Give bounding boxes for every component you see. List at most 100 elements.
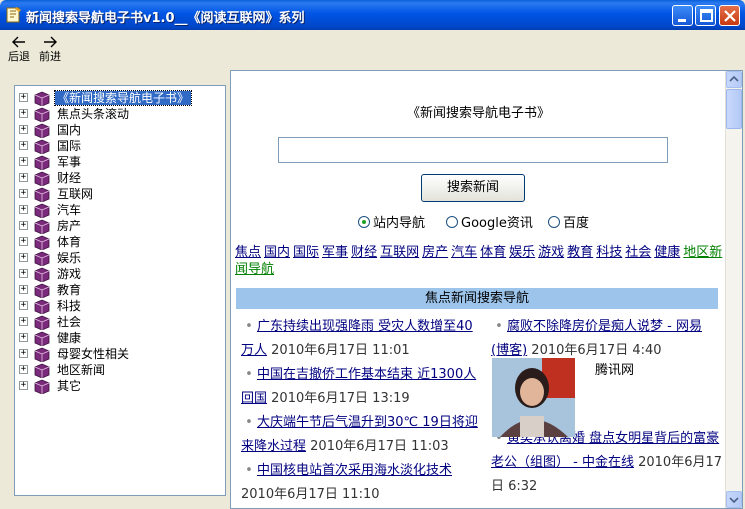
expand-icon[interactable]: +: [19, 301, 28, 310]
expand-icon[interactable]: +: [19, 317, 28, 326]
book-icon: [34, 219, 50, 234]
category-link[interactable]: 军事: [322, 245, 348, 260]
category-link[interactable]: 财经: [351, 245, 377, 260]
category-link[interactable]: 房产: [422, 245, 448, 260]
category-link[interactable]: 体育: [480, 245, 506, 260]
radio-google-news[interactable]: Google资讯: [446, 212, 533, 231]
book-icon: [34, 347, 50, 362]
tree-item-label: 健康: [57, 331, 82, 345]
back-button[interactable]: 后退: [5, 34, 33, 68]
tree-item[interactable]: + 国内: [19, 122, 219, 138]
tree-item[interactable]: + 社会: [19, 314, 219, 330]
radio-label: 站内导航: [373, 216, 426, 231]
back-label: 后退: [8, 50, 30, 63]
radio-site-nav[interactable]: 站内导航: [358, 212, 426, 231]
close-button[interactable]: [719, 5, 740, 26]
page-title: 《新闻搜索导航电子书》: [406, 106, 550, 121]
expand-icon[interactable]: +: [19, 237, 28, 246]
category-tree[interactable]: + 《新闻搜索导航电子书》 + 焦点头条滚动 + 国内 + 国际 + 军事 + 财经 + 互联网 + 汽车 + 房…: [14, 85, 226, 496]
content-pane[interactable]: 《新闻搜索导航电子书》 搜索新闻 站内导航 Google资讯 百度 焦点 国内 国际…: [230, 70, 743, 509]
category-link[interactable]: 汽车: [451, 245, 477, 260]
radio-dot: [446, 216, 458, 228]
tree-item-label: 汽车: [57, 203, 82, 217]
expand-icon[interactable]: +: [19, 157, 28, 166]
category-link[interactable]: 科技: [596, 245, 622, 260]
expand-icon[interactable]: +: [19, 205, 28, 214]
expand-icon[interactable]: +: [19, 285, 28, 294]
search-news-button[interactable]: 搜索新闻: [421, 174, 525, 202]
search-input[interactable]: [278, 137, 668, 163]
title-bar[interactable]: 新闻搜索导航电子书v1.0__《阅读互联网》系列: [0, 0, 745, 30]
tree-item[interactable]: + 其它: [19, 378, 219, 394]
book-icon: [34, 123, 50, 138]
tree-item[interactable]: + 母婴女性相关: [19, 346, 219, 362]
minimize-icon: [678, 19, 686, 22]
expand-icon[interactable]: +: [19, 269, 28, 278]
tree-item[interactable]: + 体育: [19, 234, 219, 250]
tree-item-label: 娱乐: [57, 251, 82, 265]
tree-item[interactable]: + 焦点头条滚动: [19, 106, 219, 122]
scroll-up-button[interactable]: [726, 71, 742, 88]
tree-item[interactable]: + 地区新闻: [19, 362, 219, 378]
category-link[interactable]: 社会: [625, 245, 651, 260]
tree-item-label: 科技: [57, 299, 82, 313]
tree-item-label: 财经: [57, 171, 82, 185]
scroll-thumb[interactable]: [726, 89, 742, 129]
tree-item-label: 教育: [57, 283, 82, 297]
forward-button[interactable]: 前进: [36, 34, 64, 68]
expand-icon[interactable]: +: [19, 381, 28, 390]
news-item: • 中国核电站首次采用海水淡化技术 2010年6月17日 11:10: [241, 459, 484, 507]
tree-item[interactable]: + 军事: [19, 154, 219, 170]
chevron-up-icon: [729, 75, 739, 82]
expand-icon[interactable]: +: [19, 221, 28, 230]
book-icon: [34, 171, 50, 186]
tree-item-label: 社会: [57, 315, 82, 329]
vertical-scrollbar[interactable]: [725, 71, 742, 508]
category-link[interactable]: 焦点: [235, 245, 261, 260]
tree-item[interactable]: + 房产: [19, 218, 219, 234]
expand-icon[interactable]: +: [19, 333, 28, 342]
category-link[interactable]: 游戏: [538, 245, 564, 260]
expand-icon[interactable]: +: [19, 189, 28, 198]
tree-item[interactable]: + 健康: [19, 330, 219, 346]
tree-item[interactable]: + 游戏: [19, 266, 219, 282]
news-list-left: • 广东持续出现强降雨 受灾人数增至40万人 2010年6月17日 11:01 • 中…: [241, 315, 484, 507]
scroll-down-button[interactable]: [726, 491, 742, 508]
category-link[interactable]: 国际: [293, 245, 319, 260]
tree-item[interactable]: + 教育: [19, 282, 219, 298]
book-icon: [34, 235, 50, 250]
maximize-button[interactable]: [695, 5, 716, 26]
radio-label: 百度: [563, 216, 590, 231]
tree-item-label: 《新闻搜索导航电子书》: [53, 90, 193, 106]
book-icon: [34, 299, 50, 314]
tree-item[interactable]: + 汽车: [19, 202, 219, 218]
book-icon: [34, 283, 50, 298]
bullet-icon: •: [495, 319, 503, 334]
book-icon: [34, 315, 50, 330]
tree-item[interactable]: + 国际: [19, 138, 219, 154]
news-item: • 大庆端午节后气温升到30℃ 19日将迎来降水过程 2010年6月17日 11:…: [241, 411, 484, 459]
expand-icon[interactable]: +: [19, 365, 28, 374]
tree-item[interactable]: + 《新闻搜索导航电子书》: [19, 90, 219, 106]
category-link[interactable]: 国内: [264, 245, 290, 260]
expand-icon[interactable]: +: [19, 173, 28, 182]
category-link[interactable]: 教育: [567, 245, 593, 260]
expand-icon[interactable]: +: [19, 349, 28, 358]
expand-icon[interactable]: +: [19, 141, 28, 150]
book-icon: [34, 251, 50, 266]
news-photo[interactable]: [492, 358, 575, 437]
tree-item[interactable]: + 互联网: [19, 186, 219, 202]
news-headline-link[interactable]: 中国核电站首次采用海水淡化技术: [257, 463, 452, 478]
tree-item[interactable]: + 财经: [19, 170, 219, 186]
expand-icon[interactable]: +: [19, 93, 28, 102]
tree-item[interactable]: + 娱乐: [19, 250, 219, 266]
expand-icon[interactable]: +: [19, 109, 28, 118]
radio-baidu[interactable]: 百度: [548, 212, 590, 231]
expand-icon[interactable]: +: [19, 125, 28, 134]
tree-item[interactable]: + 科技: [19, 298, 219, 314]
category-link[interactable]: 互联网: [380, 245, 419, 260]
minimize-button[interactable]: [672, 5, 693, 26]
expand-icon[interactable]: +: [19, 253, 28, 262]
category-link[interactable]: 娱乐: [509, 245, 535, 260]
category-link[interactable]: 健康: [654, 245, 680, 260]
